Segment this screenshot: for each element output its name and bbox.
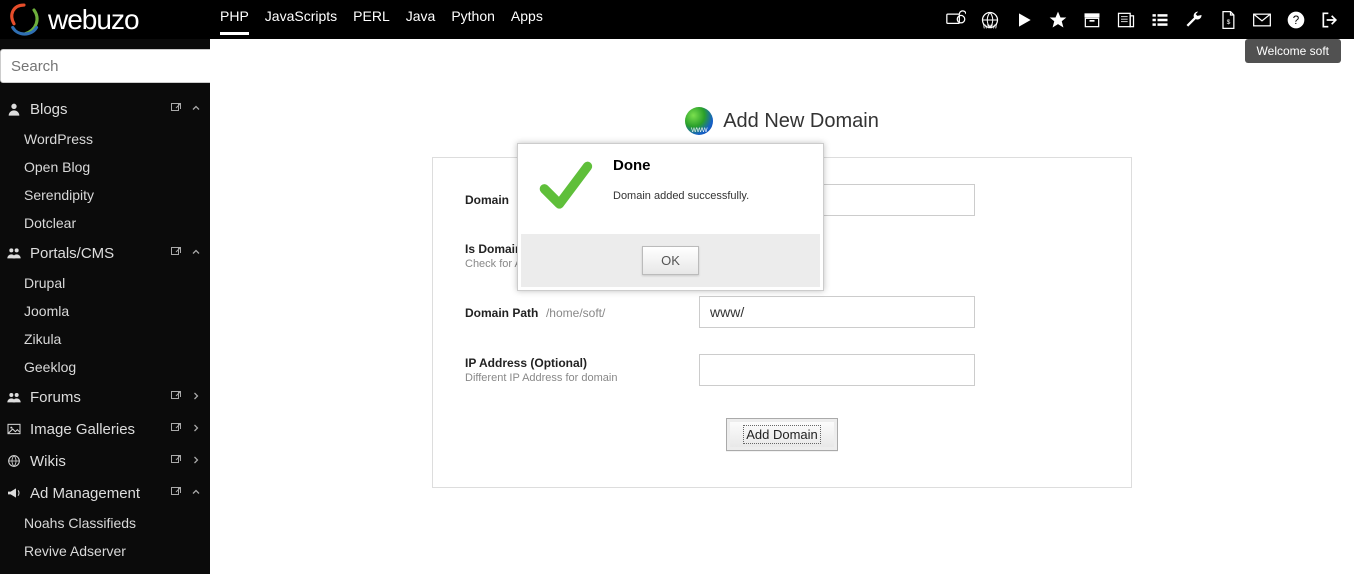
sidebar-item-dotclear[interactable]: Dotclear [0,209,210,237]
ip-label: IP Address (Optional) [465,356,699,370]
svg-text:WWW: WWW [983,24,997,30]
group-icon [4,389,24,405]
demo-icon[interactable] [946,10,966,30]
sidebar: Blogs WordPress Open Blog Serendipity Do… [0,39,210,574]
chevron-up-icon [190,101,202,118]
user-icon [4,101,24,117]
file-icon[interactable]: $ [1218,10,1238,30]
chevron-up-icon [190,485,202,502]
topnav-item-apps[interactable]: Apps [511,4,543,35]
popout-icon[interactable] [170,485,182,502]
brand-logo[interactable]: webuzo [0,0,210,40]
chevron-right-icon [190,421,202,438]
ip-hint: Different IP Address for domain [465,372,699,384]
svg-text:?: ? [1293,14,1300,27]
check-icon [535,157,595,220]
logout-icon[interactable] [1320,10,1340,30]
success-modal: Done Domain added successfully. OK [517,143,824,291]
sidebar-cat-label: Image Galleries [30,421,170,438]
globe-icon [4,453,24,469]
svg-text:$: $ [1227,19,1231,26]
top-icons: WWW $ ? [946,10,1354,30]
sidebar-item-revive[interactable]: Revive Adserver [0,537,210,565]
sidebar-item-geeklog[interactable]: Geeklog [0,353,210,381]
mail-icon[interactable] [1252,10,1272,30]
popout-icon[interactable] [170,245,182,262]
chevron-right-icon [190,453,202,470]
sidebar-item-wordpress[interactable]: WordPress [0,125,210,153]
sidebar-cat-wikis[interactable]: Wikis [0,445,210,477]
popout-icon[interactable] [170,453,182,470]
image-icon [4,421,24,437]
users-icon [4,245,24,261]
swirl-icon [4,0,44,40]
sidebar-cat-label: Forums [30,389,170,406]
sidebar-item-zikula[interactable]: Zikula [0,325,210,353]
topnav-item-python[interactable]: Python [451,4,495,35]
sidebar-cat-blogs[interactable]: Blogs [0,93,210,125]
play-icon[interactable] [1014,10,1034,30]
topnav: PHP JavaScripts PERL Java Python Apps [210,4,543,35]
modal-title: Done [613,157,749,174]
topbar: webuzo PHP JavaScripts PERL Java Python … [0,0,1354,39]
news-icon[interactable] [1116,10,1136,30]
sidebar-item-serendipity[interactable]: Serendipity [0,181,210,209]
modal-message: Domain added successfully. [613,190,749,202]
sidebar-item-openblog[interactable]: Open Blog [0,153,210,181]
sidebar-cat-label: Portals/CMS [30,245,170,262]
add-domain-button[interactable]: Add Domain [726,418,838,451]
sidebar-cat-portals[interactable]: Portals/CMS [0,237,210,269]
www-globe-icon[interactable]: WWW [980,10,1000,30]
sidebar-cat-ads[interactable]: Ad Management [0,477,210,509]
archive-icon[interactable] [1082,10,1102,30]
path-input[interactable] [699,296,975,328]
sidebar-cat-label: Ad Management [30,485,170,502]
domain-globe-icon [685,107,713,135]
star-icon[interactable] [1048,10,1068,30]
popout-icon[interactable] [170,389,182,406]
bullhorn-icon [4,485,24,501]
wrench-icon[interactable] [1184,10,1204,30]
chevron-right-icon [190,389,202,406]
welcome-tooltip: Welcome soft [1245,39,1341,63]
ok-button[interactable]: OK [642,246,699,275]
topnav-item-perl[interactable]: PERL [353,4,390,35]
ip-input[interactable] [699,354,975,386]
popout-icon[interactable] [170,101,182,118]
list-icon[interactable] [1150,10,1170,30]
path-label: Domain Path [465,306,538,320]
topnav-item-javascripts[interactable]: JavaScripts [265,4,337,35]
content-area: Add New Domain Domain Is Domain Addon ? … [210,39,1354,574]
page-title: Add New Domain [723,110,879,133]
path-prefix: /home/soft/ [546,306,605,320]
chevron-up-icon [190,245,202,262]
topnav-item-java[interactable]: Java [406,4,436,35]
help-icon[interactable]: ? [1286,10,1306,30]
sidebar-item-noahs[interactable]: Noahs Classifieds [0,509,210,537]
sidebar-item-drupal[interactable]: Drupal [0,269,210,297]
sidebar-cat-galleries[interactable]: Image Galleries [0,413,210,445]
topnav-item-php[interactable]: PHP [220,4,249,35]
popout-icon[interactable] [170,421,182,438]
sidebar-cat-forums[interactable]: Forums [0,381,210,413]
sidebar-item-joomla[interactable]: Joomla [0,297,210,325]
search-input[interactable] [0,49,210,83]
sidebar-cat-label: Wikis [30,453,170,470]
brand-name: webuzo [48,4,139,36]
sidebar-cat-label: Blogs [30,101,170,118]
